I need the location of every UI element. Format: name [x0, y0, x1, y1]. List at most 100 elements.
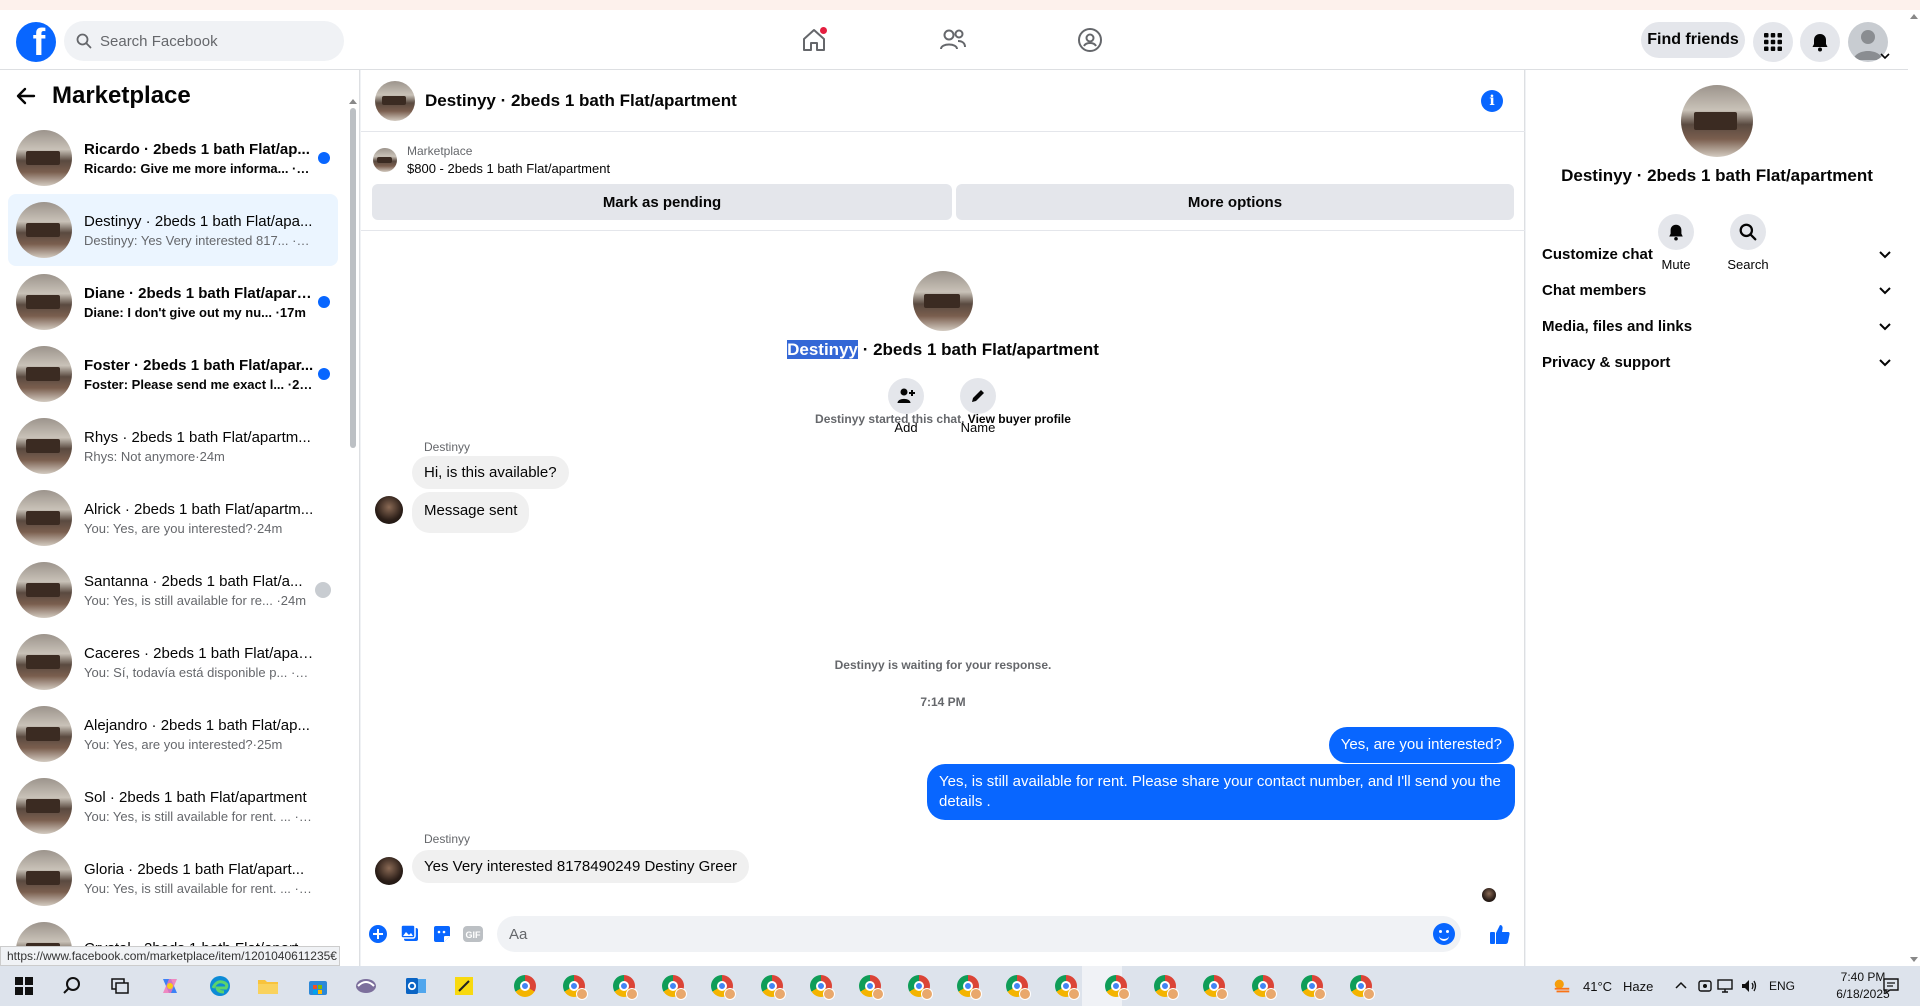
chrome-browser-icon[interactable]	[513, 974, 537, 998]
file-explorer-icon[interactable]	[256, 974, 280, 998]
chrome-browser-icon[interactable]	[1300, 974, 1326, 1000]
emoji-icon[interactable]	[1433, 923, 1455, 945]
chrome-browser-icon[interactable]	[760, 974, 786, 1000]
volume-icon[interactable]	[1740, 978, 1758, 994]
chrome-browser-icon[interactable]	[562, 974, 588, 1000]
microsoft-store-icon[interactable]	[306, 974, 330, 998]
hidden-icons-chevron-icon[interactable]	[1675, 981, 1687, 989]
photo-icon[interactable]	[399, 923, 421, 945]
windows-start-icon[interactable]	[12, 974, 36, 998]
chrome-browser-icon[interactable]	[858, 974, 884, 1000]
chrome-browser-icon[interactable]	[1104, 974, 1130, 1000]
add-people-button[interactable]: Add	[876, 378, 936, 435]
groups-icon[interactable]	[1074, 24, 1106, 56]
timestamp: 7:14 PM	[920, 695, 966, 709]
find-friends-button[interactable]: Find friends	[1641, 22, 1745, 58]
outgoing-message[interactable]: Yes, is still available for rent. Please…	[927, 764, 1515, 820]
chrome-browser-icon[interactable]	[612, 974, 638, 1000]
info-icon[interactable]: i	[1481, 90, 1503, 112]
language-indicator[interactable]: ENG	[1769, 979, 1795, 993]
details-thumbnail[interactable]	[1681, 85, 1753, 157]
more-options-button[interactable]: More options	[956, 184, 1514, 220]
search-input[interactable]	[100, 32, 320, 50]
network-icon[interactable]	[1717, 978, 1735, 994]
conversation-item[interactable]: Destinyy · 2beds 1 bath Flat/apa... Desti…	[8, 194, 338, 266]
conversation-item[interactable]: Sol · 2beds 1 bath Flat/apartment You: Ye…	[8, 770, 338, 842]
chat-title[interactable]: Destinyy · 2beds 1 bath Flat/apartment	[425, 91, 737, 111]
page-scrollbar[interactable]	[1908, 10, 1920, 966]
conversation-item[interactable]: Alrick · 2beds 1 bath Flat/apartm... You:…	[8, 482, 338, 554]
conversation-snippet: Destinyy: Yes Very interested 817... ·16…	[84, 232, 314, 248]
taskbar-search-icon[interactable]	[60, 974, 84, 998]
weather-icon[interactable]	[1552, 974, 1572, 998]
conversation-item[interactable]: Ricardo · 2beds 1 bath Flat/ap... Ricardo…	[8, 122, 338, 194]
sticker-icon[interactable]	[431, 923, 453, 945]
listing-info[interactable]: Marketplace $800 - 2beds 1 bath Flat/apa…	[373, 144, 610, 176]
chrome-browser-icon[interactable]	[1251, 974, 1277, 1000]
chrome-browser-icon[interactable]	[661, 974, 687, 1000]
edit-name-button[interactable]: Name	[948, 378, 1008, 435]
waiting-notice: Destinyy is waiting for your response.	[834, 658, 1052, 672]
chrome-browser-icon[interactable]	[907, 974, 933, 1000]
notifications-bell-icon[interactable]	[1800, 22, 1840, 62]
friends-icon[interactable]	[937, 24, 969, 56]
sidebar-scrollbar[interactable]	[349, 98, 357, 966]
search-box[interactable]	[64, 21, 344, 61]
notification-center-icon[interactable]	[1882, 977, 1900, 995]
chrome-browser-icon[interactable]	[809, 974, 835, 1000]
conversation-item[interactable]: Santanna · 2beds 1 bath Flat/a... You: Ye…	[8, 554, 338, 626]
menu-grid-icon[interactable]	[1753, 22, 1793, 62]
chat-header-thumbnail[interactable]	[375, 80, 415, 121]
conversation-item[interactable]: Caceres · 2beds 1 bath Flat/apar... You: …	[8, 626, 338, 698]
chrome-browser-icon[interactable]	[1349, 974, 1375, 1000]
notification-dot	[819, 26, 828, 35]
home-icon[interactable]	[798, 24, 830, 56]
listing-source-label: Marketplace	[407, 144, 473, 158]
chrome-browser-icon[interactable]	[710, 974, 736, 1000]
conversation-item[interactable]: Alejandro · 2beds 1 bath Flat/ap... You: …	[8, 698, 338, 770]
details-section-chat-members[interactable]: Chat members	[1542, 272, 1892, 308]
plus-icon[interactable]	[367, 923, 389, 945]
details-section-media-files-and-links[interactable]: Media, files and links	[1542, 308, 1892, 344]
view-buyer-profile-link[interactable]: View buyer profile	[968, 412, 1071, 426]
conversation-name: Destinyy · 2beds 1 bath Flat/apa...	[84, 212, 313, 230]
details-section-privacy-support[interactable]: Privacy & support	[1542, 344, 1892, 380]
weather-temp[interactable]: 41°C	[1583, 979, 1612, 994]
outlook-icon[interactable]	[404, 974, 428, 998]
sender-avatar[interactable]	[375, 857, 403, 885]
sender-avatar[interactable]	[375, 496, 403, 524]
snipping-tool-icon[interactable]	[354, 974, 378, 998]
weather-desc[interactable]: Haze	[1623, 979, 1653, 994]
back-arrow-icon[interactable]	[16, 86, 36, 106]
search-icon	[76, 33, 92, 49]
intro-name-highlight: Destinyy	[787, 340, 858, 359]
chrome-browser-icon[interactable]	[1054, 974, 1080, 1000]
copilot-icon[interactable]	[158, 974, 182, 998]
edge-browser-icon[interactable]	[208, 974, 232, 998]
conversation-snippet: You: Sí, todavía está disponible p... ·2…	[84, 664, 314, 680]
conversation-item[interactable]: Rhys · 2beds 1 bath Flat/apartm... Rhys: …	[8, 410, 338, 482]
conversation-item[interactable]: Foster · 2beds 1 bath Flat/apar... Foster…	[8, 338, 338, 410]
chrome-browser-icon[interactable]	[1153, 974, 1179, 1000]
outgoing-message[interactable]: Yes, are you interested?	[1328, 727, 1514, 763]
conversation-name: Diane · 2beds 1 bath Flat/apart...	[84, 284, 314, 302]
sticky-notes-icon[interactable]	[452, 974, 476, 998]
task-view-icon[interactable]	[108, 974, 132, 998]
conversation-item[interactable]: Diane · 2beds 1 bath Flat/apart... Diane:…	[8, 266, 338, 338]
details-section-customize-chat[interactable]: Customize chat	[1542, 236, 1892, 272]
conversation-item[interactable]: Gloria · 2beds 1 bath Flat/apart... You: …	[8, 842, 338, 914]
chrome-browser-icon[interactable]	[956, 974, 982, 1000]
facebook-logo[interactable]: f	[16, 22, 56, 62]
incoming-message[interactable]: Message sent	[412, 492, 530, 533]
chrome-browser-icon[interactable]	[1202, 974, 1228, 1000]
meet-now-icon[interactable]	[1697, 978, 1713, 994]
account-chevron-icon[interactable]	[1880, 52, 1890, 60]
chrome-browser-icon[interactable]	[1005, 974, 1031, 1000]
message-input-wrapper[interactable]	[497, 916, 1461, 952]
mark-as-pending-button[interactable]: Mark as pending	[372, 184, 952, 220]
like-thumb-icon[interactable]	[1489, 923, 1511, 945]
message-input[interactable]	[509, 916, 1409, 952]
incoming-message[interactable]: Hi, is this available?	[412, 456, 569, 489]
incoming-message[interactable]: Yes Very interested 8178490249 Destiny G…	[412, 850, 749, 883]
gif-icon[interactable]: GIF	[462, 923, 484, 945]
